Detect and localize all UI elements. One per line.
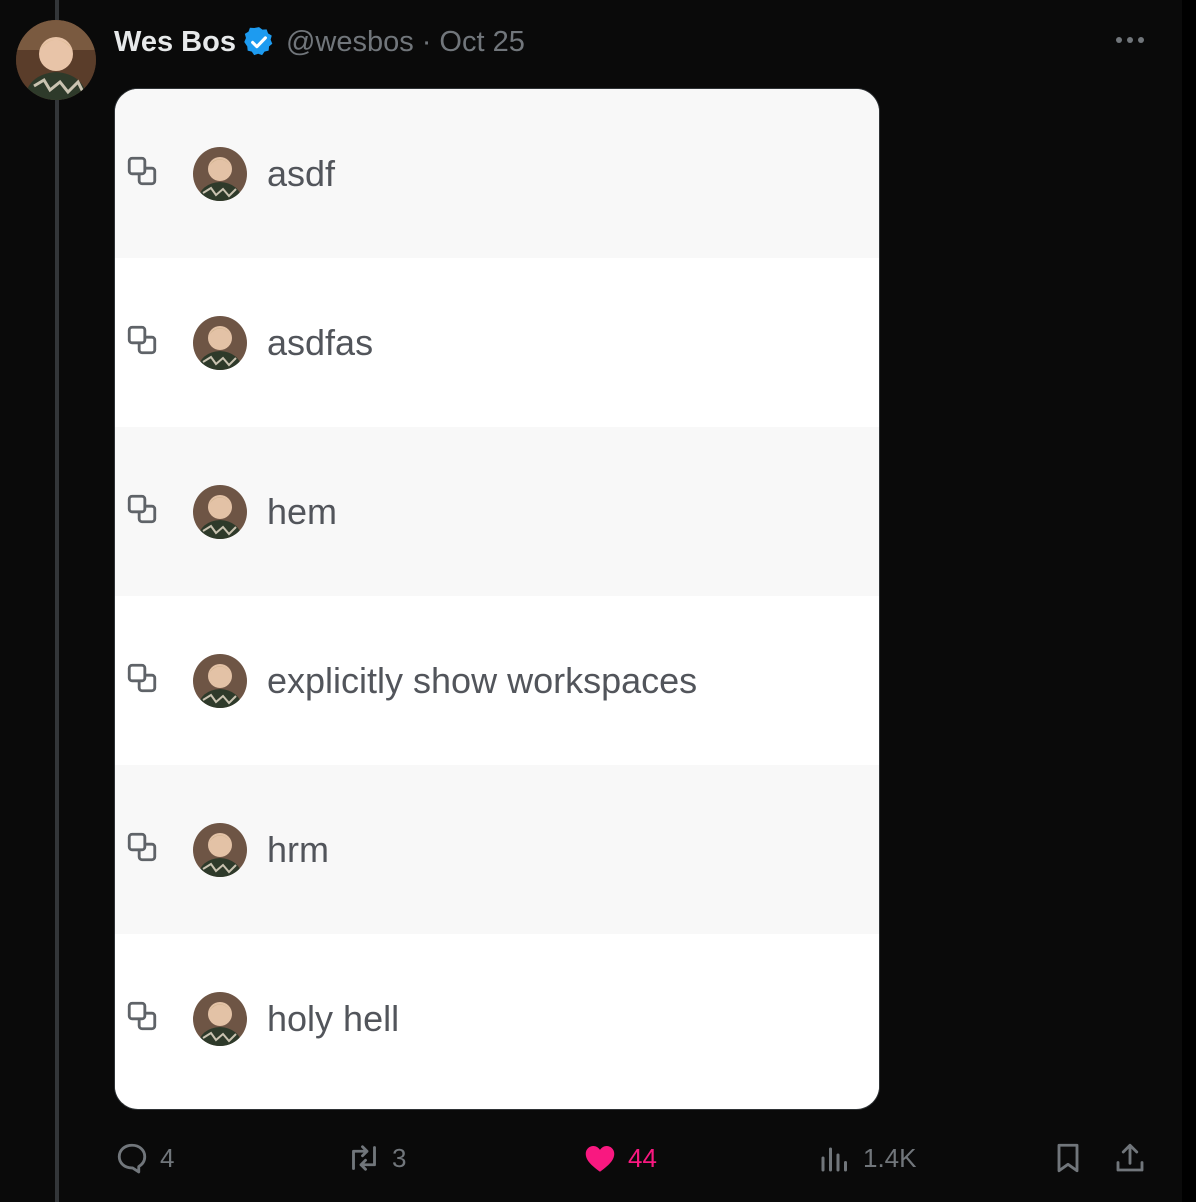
- workspace-row[interactable]: holy hell: [115, 934, 879, 1103]
- workspace-list: asdf asdfas hem explicitly show workspaces h…: [115, 89, 879, 1103]
- row-avatar: [193, 146, 247, 201]
- heart-icon: [585, 1146, 615, 1172]
- row-avatar: [193, 653, 247, 708]
- workspace-icon: [115, 661, 159, 700]
- workspace-icon: [115, 830, 159, 869]
- post-frame: Wes Bos @wesbos · Oct 25 asdf asdfas hem ex…: [0, 0, 1182, 1202]
- workspace-title: asdf: [267, 152, 336, 194]
- workspace-icon: [115, 492, 159, 531]
- share-icon: [1116, 1143, 1144, 1172]
- verified-badge-icon[interactable]: [242, 25, 276, 59]
- like-count: 44: [628, 1142, 657, 1173]
- repost-icon: [352, 1145, 376, 1171]
- workspace-icon: [115, 323, 159, 362]
- workspace-row[interactable]: asdf: [115, 89, 879, 258]
- author-name[interactable]: Wes Bos: [114, 26, 236, 59]
- workspace-row[interactable]: hrm: [115, 765, 879, 934]
- reply-icon: [117, 1143, 147, 1174]
- row-avatar: [193, 991, 247, 1046]
- workspace-title: hem: [267, 490, 338, 532]
- post-header: Wes Bos @wesbos · Oct 25: [114, 22, 525, 62]
- row-avatar: [193, 822, 247, 877]
- avatar-image: [16, 20, 96, 100]
- bookmark-button[interactable]: [1050, 1134, 1086, 1182]
- post-date[interactable]: Oct 25: [439, 26, 524, 59]
- thread-line: [55, 0, 59, 1202]
- share-button[interactable]: [1112, 1134, 1148, 1182]
- workspace-title: explicitly show workspaces: [267, 659, 698, 701]
- more-icon: [1116, 37, 1144, 43]
- workspace-icon: [115, 999, 159, 1038]
- analytics-icon: [821, 1147, 847, 1172]
- workspace-title: asdfas: [267, 321, 374, 363]
- workspace-title: holy hell: [267, 997, 400, 1039]
- workspace-row[interactable]: asdfas: [115, 258, 879, 427]
- post-image[interactable]: asdf asdfas hem explicitly show workspaces h…: [114, 88, 880, 1110]
- author-avatar[interactable]: [16, 20, 96, 100]
- workspace-row[interactable]: explicitly show workspaces: [115, 596, 879, 765]
- views-count: 1.4K: [863, 1142, 917, 1173]
- like-button[interactable]: 44: [582, 1134, 657, 1182]
- workspace-title: hrm: [267, 828, 329, 870]
- row-avatar: [193, 315, 247, 370]
- workspace-row[interactable]: hem: [115, 427, 879, 596]
- bookmark-icon: [1057, 1143, 1079, 1173]
- views-button[interactable]: 1.4K: [817, 1134, 917, 1182]
- action-bar: 4 3 44 1.4K: [0, 1134, 1182, 1182]
- workspace-icon: [115, 154, 159, 193]
- row-avatar: [193, 484, 247, 539]
- repost-button[interactable]: 3: [346, 1134, 406, 1182]
- author-handle[interactable]: @wesbos: [286, 26, 414, 59]
- separator-dot: ·: [421, 25, 432, 58]
- more-options-button[interactable]: [1110, 26, 1150, 54]
- repost-count: 3: [392, 1142, 407, 1173]
- reply-count: 4: [160, 1142, 175, 1173]
- reply-button[interactable]: 4: [114, 1134, 174, 1182]
